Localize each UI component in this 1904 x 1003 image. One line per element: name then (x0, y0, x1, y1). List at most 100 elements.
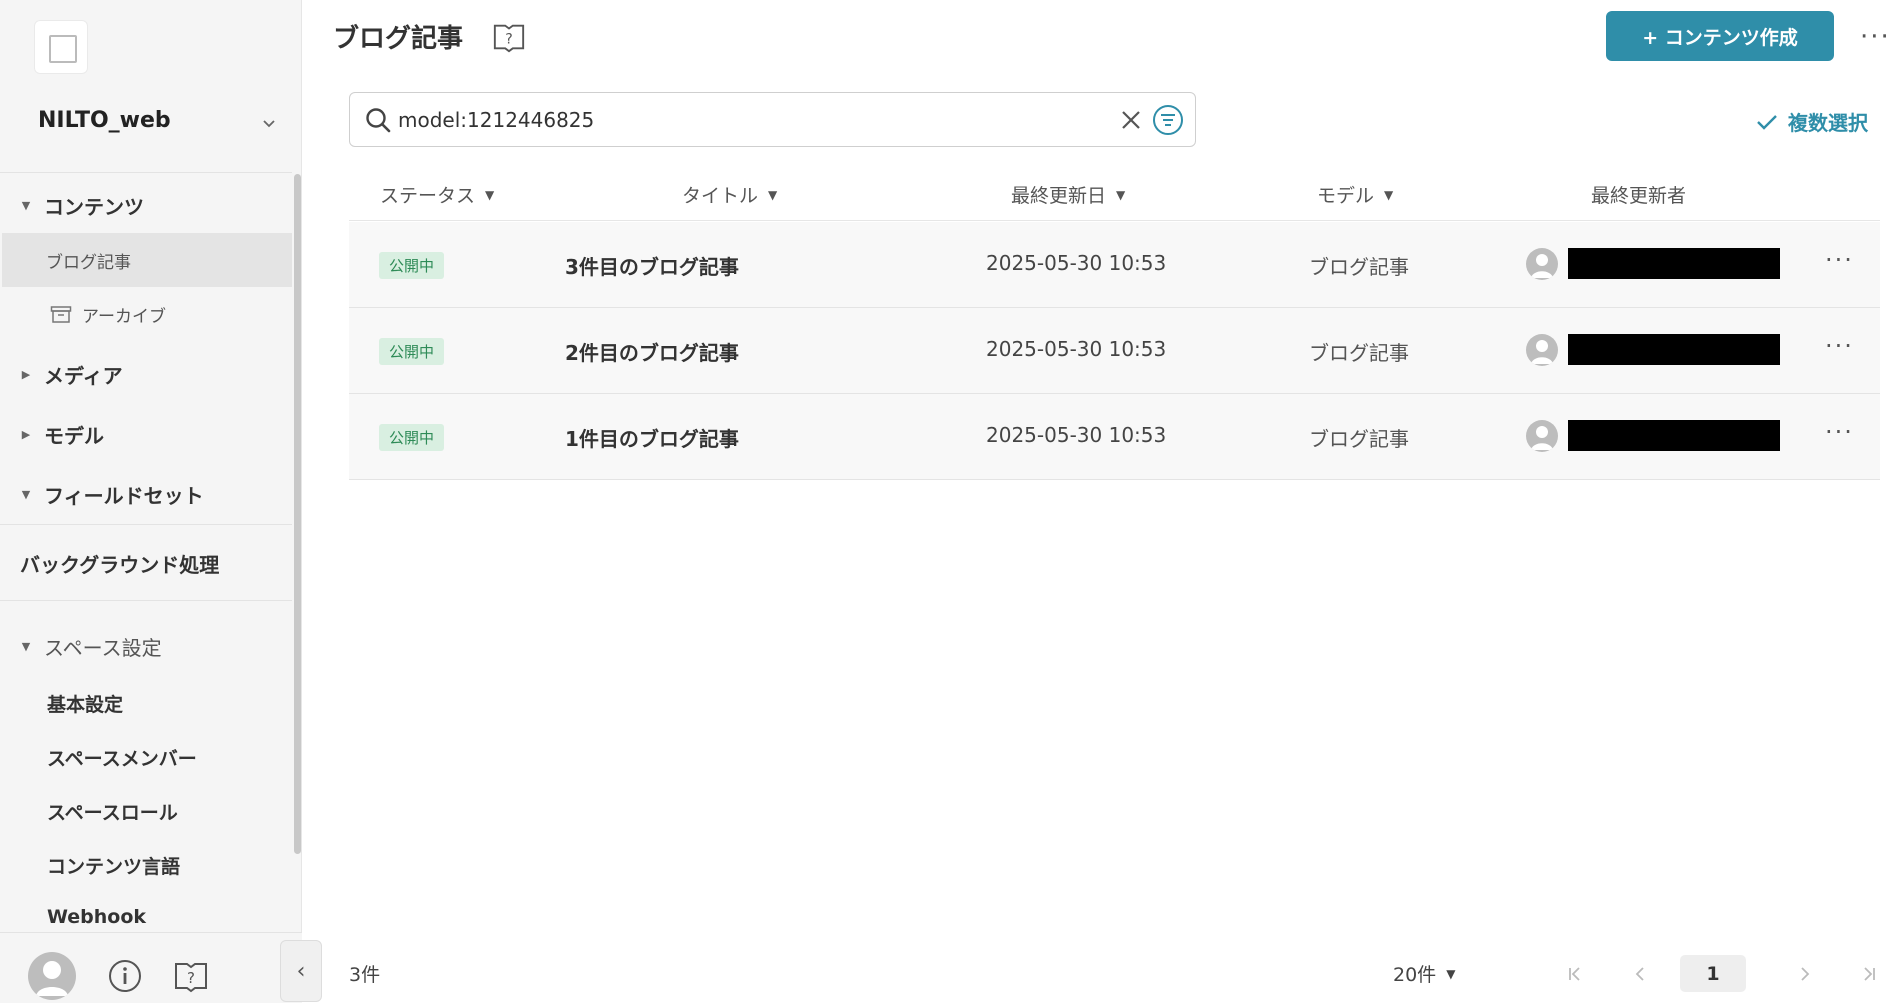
filter-icon[interactable] (1152, 104, 1184, 136)
sidebar-section-label: メディア (44, 364, 123, 388)
column-label: タイトル (682, 185, 759, 207)
result-count: 3件 (349, 964, 381, 986)
prev-page-icon[interactable] (1625, 955, 1655, 993)
column-header-status[interactable]: ステータス ▼ (380, 181, 494, 208)
redacted-name (1568, 248, 1780, 279)
row-more-icon[interactable]: ··· (1825, 332, 1854, 360)
row-title[interactable]: 1件目のブログ記事 (565, 423, 739, 452)
table-row[interactable]: 公開中 2件目のブログ記事 2025-05-30 10:53 ブログ記事 ··· (349, 308, 1880, 394)
sidebar-section-model[interactable]: ▶ モデル (18, 420, 104, 449)
last-page-icon[interactable] (1854, 955, 1884, 993)
row-more-icon[interactable]: ··· (1825, 246, 1854, 274)
sidebar-item-webhook[interactable]: Webhook (47, 906, 146, 928)
sidebar-section-label: スペース設定 (44, 636, 162, 660)
sidebar-section-space-settings[interactable]: ▼ スペース設定 (18, 632, 162, 661)
column-header-updated[interactable]: 最終更新日 ▼ (1011, 181, 1125, 208)
caret-down-icon: ▼ (1446, 966, 1456, 981)
status-badge: 公開中 (379, 338, 445, 365)
chevron-down-icon[interactable] (262, 116, 276, 130)
column-header-updated-by: 最終更新者 (1591, 181, 1686, 208)
space-logo[interactable] (34, 20, 88, 74)
divider (0, 172, 292, 173)
divider (0, 600, 292, 601)
first-page-icon[interactable] (1560, 955, 1590, 993)
help-book-icon[interactable]: ? (492, 20, 526, 54)
create-content-button[interactable]: + コンテンツ作成 (1606, 11, 1834, 61)
divider (0, 524, 292, 525)
caret-right-icon: ▶ (21, 368, 31, 381)
sort-caret-icon: ▼ (485, 187, 495, 202)
sidebar-item-basic-settings[interactable]: 基本設定 (47, 690, 123, 717)
sidebar-item-space-roles[interactable]: スペースロール (47, 798, 178, 825)
column-label: 最終更新者 (1591, 185, 1687, 207)
page-title: ブログ記事 (333, 24, 464, 54)
sidebar-section-contents[interactable]: ▼ コンテンツ (18, 191, 144, 220)
sidebar-section-label: モデル (44, 424, 104, 448)
sidebar-item-label: ブログ記事 (46, 252, 131, 273)
avatar (1526, 334, 1558, 366)
row-model: ブログ記事 (1309, 255, 1409, 279)
search-bar (349, 92, 1196, 147)
sidebar-section-media[interactable]: ▶ メディア (18, 360, 123, 389)
avatar (1526, 420, 1558, 452)
table-row[interactable]: 公開中 3件目のブログ記事 2025-05-30 10:53 ブログ記事 ··· (349, 222, 1880, 308)
caret-down-icon: ▼ (21, 640, 31, 653)
close-icon[interactable] (1120, 109, 1142, 131)
status-badge: 公開中 (379, 424, 445, 451)
sort-caret-icon: ▼ (1116, 187, 1126, 202)
redacted-name (1568, 420, 1780, 451)
search-input[interactable] (398, 103, 1058, 137)
sidebar: NILTO_web ▼ コンテンツ ブログ記事 アーカイブ ▶ メディア ▶ モ… (0, 0, 302, 1003)
row-date: 2025-05-30 10:53 (986, 423, 1167, 447)
row-title[interactable]: 3件目のブログ記事 (565, 251, 739, 280)
sort-caret-icon: ▼ (1384, 187, 1394, 202)
svg-text:?: ? (187, 969, 195, 987)
row-model: ブログ記事 (1309, 427, 1409, 451)
collapse-sidebar-button[interactable]: ‹ (280, 940, 322, 1002)
space-name[interactable]: NILTO_web (38, 108, 171, 133)
sidebar-scrollbar[interactable] (294, 174, 301, 854)
column-label: 最終更新日 (1011, 185, 1107, 207)
column-header-title[interactable]: タイトル ▼ (682, 181, 777, 208)
row-model: ブログ記事 (1309, 341, 1409, 365)
caret-down-icon: ▼ (21, 199, 31, 212)
sidebar-section-fieldset[interactable]: ▼ フィールドセット (18, 480, 204, 509)
sort-caret-icon: ▼ (768, 187, 778, 202)
sidebar-item-blog[interactable]: ブログ記事 (2, 233, 292, 287)
search-icon (366, 108, 391, 133)
sidebar-item-archive[interactable]: アーカイブ (2, 287, 292, 341)
check-icon (1757, 114, 1777, 130)
status-badge: 公開中 (379, 252, 445, 279)
user-avatar[interactable] (28, 952, 76, 1000)
help-book-icon[interactable]: ? (173, 958, 209, 994)
sidebar-item-space-members[interactable]: スペースメンバー (47, 744, 197, 771)
column-label: モデル (1317, 185, 1375, 207)
more-options-icon[interactable]: ··· (1860, 22, 1891, 52)
table-header: ステータス ▼ タイトル ▼ 最終更新日 ▼ モデル ▼ 最終更新者 (349, 175, 1880, 221)
multi-select-button[interactable]: 複数選択 (1756, 107, 1868, 136)
page-number-current[interactable]: 1 (1680, 955, 1746, 992)
row-date: 2025-05-30 10:53 (986, 337, 1167, 361)
row-more-icon[interactable]: ··· (1825, 418, 1854, 446)
row-date: 2025-05-30 10:53 (986, 251, 1167, 275)
caret-down-icon: ▼ (21, 488, 31, 501)
next-page-icon[interactable] (1790, 955, 1820, 993)
svg-text:?: ? (505, 32, 513, 48)
per-page-select[interactable]: 20件 ▼ (1393, 960, 1455, 987)
sidebar-item-background[interactable]: バックグラウンド処理 (20, 549, 219, 578)
archive-icon (50, 306, 72, 323)
info-icon[interactable] (107, 958, 143, 994)
sidebar-item-label: アーカイブ (82, 306, 166, 327)
row-title[interactable]: 2件目のブログ記事 (565, 337, 739, 366)
sidebar-section-label: フィールドセット (44, 484, 204, 508)
per-page-label: 20件 (1393, 964, 1437, 986)
table-row[interactable]: 公開中 1件目のブログ記事 2025-05-30 10:53 ブログ記事 ··· (349, 394, 1880, 480)
multi-select-label: 複数選択 (1788, 111, 1868, 135)
column-header-model[interactable]: モデル ▼ (1317, 181, 1393, 208)
caret-right-icon: ▶ (21, 428, 31, 441)
sidebar-item-content-languages[interactable]: コンテンツ言語 (47, 852, 180, 879)
redacted-name (1568, 334, 1780, 365)
avatar (1526, 248, 1558, 280)
column-label: ステータス (380, 185, 476, 207)
sidebar-section-label: コンテンツ (44, 195, 144, 219)
